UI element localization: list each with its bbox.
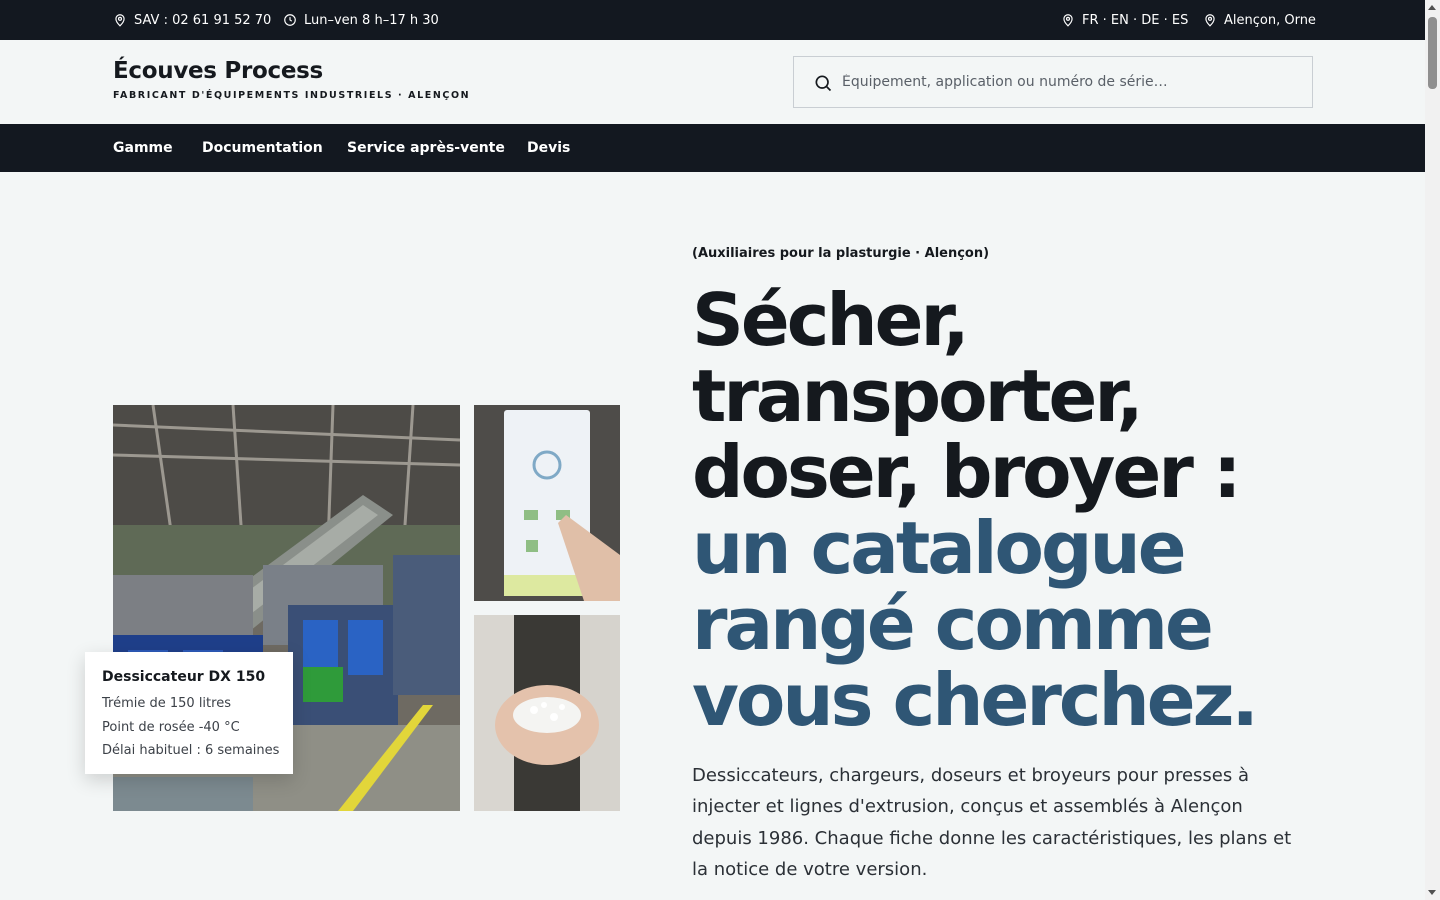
clock-icon xyxy=(284,14,296,26)
map-pin-icon xyxy=(115,14,125,27)
brand-logo[interactable]: Écouves Process xyxy=(113,58,323,84)
headline-accent-line: un catalogue xyxy=(692,506,1187,590)
search-box[interactable] xyxy=(793,56,1313,108)
spec-card-title: Dessiccateur DX 150 xyxy=(102,669,266,685)
headline-accent-line: vous cherchez. xyxy=(692,658,1259,742)
scrollbar-thumb[interactable] xyxy=(1428,17,1437,89)
hero-eyebrow: (Auxiliaires pour la plasturgie · Alenço… xyxy=(692,246,990,261)
support-phone[interactable]: SAV : 02 61 91 52 70 xyxy=(113,0,271,40)
main-nav: Gamme Documentation Service après-vente … xyxy=(0,124,1425,172)
location-text: Alençon, Orne xyxy=(1224,12,1316,28)
spec-card-line: Délai habituel : 6 semaines xyxy=(102,743,280,758)
headline-line: doser, broyer : xyxy=(692,430,1242,514)
opening-hours: Lun–ven 8 h–17 h 30 xyxy=(283,0,439,40)
nav-item-gamme[interactable]: Gamme xyxy=(113,124,173,172)
opening-hours-text: Lun–ven 8 h–17 h 30 xyxy=(304,12,439,28)
plastic-pellets-image xyxy=(474,615,620,811)
nav-item-devis[interactable]: Devis xyxy=(527,124,570,172)
headline-line: transporter, xyxy=(692,354,1144,438)
hero-lead-paragraph: Dessiccateurs, chargeurs, doseurs et bro… xyxy=(692,765,1292,880)
nav-item-service-apres-vente[interactable]: Service après-vente xyxy=(347,124,505,172)
scroll-down-arrow-icon[interactable] xyxy=(1428,890,1436,895)
nav-item-documentation[interactable]: Documentation xyxy=(202,124,323,172)
touchscreen-control-image xyxy=(474,405,620,601)
headline-accent-line: rangé comme xyxy=(692,582,1214,666)
search-icon xyxy=(815,75,832,92)
location[interactable]: Alençon, Orne xyxy=(1203,0,1316,40)
map-pin-icon xyxy=(1063,14,1073,27)
site-header: Écouves Process FABRICANT D'ÉQUIPEMENTS … xyxy=(0,40,1425,124)
spec-card-line: Trémie de 150 litres xyxy=(102,696,231,711)
headline-line: Sécher, xyxy=(692,278,970,362)
language-switcher[interactable]: FR · EN · DE · ES xyxy=(1061,0,1188,40)
page-scrollbar[interactable] xyxy=(1425,0,1440,900)
support-phone-text: SAV : 02 61 91 52 70 xyxy=(134,12,272,28)
scroll-up-arrow-icon[interactable] xyxy=(1428,5,1436,10)
spec-card-line: Point de rosée -40 °C xyxy=(102,719,240,735)
search-input[interactable] xyxy=(842,69,1297,95)
hero-headline: Sécher, transporter, doser, broyer : un … xyxy=(692,282,1412,738)
product-spec-card[interactable]: Dessiccateur DX 150 Trémie de 150 litres… xyxy=(85,652,293,774)
map-pin-icon xyxy=(1205,14,1215,27)
top-info-bar: SAV : 02 61 91 52 70 Lun–ven 8 h–17 h 30… xyxy=(0,0,1425,40)
language-list[interactable]: FR · EN · DE · ES xyxy=(1082,13,1188,28)
brand-tagline: FABRICANT D'ÉQUIPEMENTS INDUSTRIELS · AL… xyxy=(113,90,471,101)
